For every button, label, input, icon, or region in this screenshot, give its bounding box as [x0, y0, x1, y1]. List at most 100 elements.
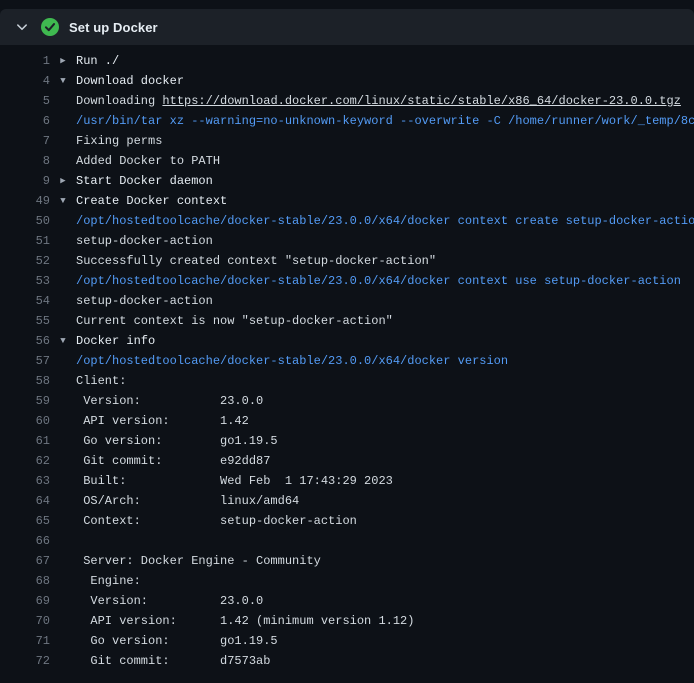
gutter-spacer [50, 231, 76, 251]
line-number[interactable]: 56 [0, 331, 50, 351]
gutter-spacer [50, 311, 76, 331]
log-text: API version: 1.42 [76, 411, 249, 431]
log-line: 61 Go version: go1.19.5 [0, 431, 694, 451]
line-number[interactable]: 65 [0, 511, 50, 531]
line-number[interactable]: 57 [0, 351, 50, 371]
log-text: Git commit: e92dd87 [76, 451, 270, 471]
line-number[interactable]: 6 [0, 111, 50, 131]
expand-group-icon[interactable]: ▶ [50, 171, 76, 191]
log-line: 53/opt/hostedtoolcache/docker-stable/23.… [0, 271, 694, 291]
collapse-group-icon[interactable]: ▼ [50, 71, 76, 91]
log-text: Download docker [76, 71, 184, 91]
line-number[interactable]: 72 [0, 651, 50, 671]
log-line[interactable]: 9▶Start Docker daemon [0, 171, 694, 191]
gutter-spacer [50, 251, 76, 271]
expand-group-icon[interactable]: ▶ [50, 51, 76, 71]
line-number[interactable]: 60 [0, 411, 50, 431]
line-number[interactable]: 8 [0, 151, 50, 171]
log-line: 52Successfully created context "setup-do… [0, 251, 694, 271]
line-number[interactable]: 1 [0, 51, 50, 71]
log-line: 6/usr/bin/tar xz --warning=no-unknown-ke… [0, 111, 694, 131]
log-command-text: /opt/hostedtoolcache/docker-stable/23.0.… [76, 351, 508, 371]
log-line: 66 [0, 531, 694, 551]
log-command-text: /usr/bin/tar xz --warning=no-unknown-key… [76, 111, 694, 131]
log-line: 65 Context: setup-docker-action [0, 511, 694, 531]
log-line: 67 Server: Docker Engine - Community [0, 551, 694, 571]
line-number[interactable]: 52 [0, 251, 50, 271]
log-line: 72 Git commit: d7573ab [0, 651, 694, 671]
line-number[interactable]: 68 [0, 571, 50, 591]
log-line: 7Fixing perms [0, 131, 694, 151]
log-line: 5Downloading https://download.docker.com… [0, 91, 694, 111]
download-url-link[interactable]: https://download.docker.com/linux/static… [162, 94, 680, 108]
log-text: Built: Wed Feb 1 17:43:29 2023 [76, 471, 393, 491]
log-line[interactable]: 4▼Download docker [0, 71, 694, 91]
log-line: 60 API version: 1.42 [0, 411, 694, 431]
log-text: Server: Docker Engine - Community [76, 551, 321, 571]
collapse-group-icon[interactable]: ▼ [50, 331, 76, 351]
line-number[interactable]: 50 [0, 211, 50, 231]
log-line: 71 Go version: go1.19.5 [0, 631, 694, 651]
success-circle [41, 18, 59, 36]
gutter-spacer [50, 371, 76, 391]
gutter-spacer [50, 631, 76, 651]
line-number[interactable]: 62 [0, 451, 50, 471]
gutter-spacer [50, 531, 76, 551]
log-line: 57/opt/hostedtoolcache/docker-stable/23.… [0, 351, 694, 371]
line-number[interactable]: 71 [0, 631, 50, 651]
log-line: 63 Built: Wed Feb 1 17:43:29 2023 [0, 471, 694, 491]
log-text: OS/Arch: linux/amd64 [76, 491, 299, 511]
gutter-spacer [50, 151, 76, 171]
line-number[interactable]: 67 [0, 551, 50, 571]
log-text: setup-docker-action [76, 291, 213, 311]
log-text: Create Docker context [76, 191, 227, 211]
line-number[interactable]: 69 [0, 591, 50, 611]
line-number[interactable]: 58 [0, 371, 50, 391]
gutter-spacer [50, 111, 76, 131]
log-line: 68 Engine: [0, 571, 694, 591]
log-line: 8Added Docker to PATH [0, 151, 694, 171]
line-number[interactable]: 61 [0, 431, 50, 451]
line-number[interactable]: 49 [0, 191, 50, 211]
gutter-spacer [50, 491, 76, 511]
line-number[interactable]: 7 [0, 131, 50, 151]
line-number[interactable]: 54 [0, 291, 50, 311]
log-line: 54 setup-docker-action [0, 291, 694, 311]
gutter-spacer [50, 211, 76, 231]
line-number[interactable]: 66 [0, 531, 50, 551]
log-line: 58Client: [0, 371, 694, 391]
chevron-down-icon[interactable] [14, 19, 30, 35]
log-text: Context: setup-docker-action [76, 511, 357, 531]
line-number[interactable]: 59 [0, 391, 50, 411]
line-number[interactable]: 53 [0, 271, 50, 291]
log-text: Go version: go1.19.5 [76, 431, 278, 451]
line-number[interactable]: 63 [0, 471, 50, 491]
line-number[interactable]: 4 [0, 71, 50, 91]
log-line: 59 Version: 23.0.0 [0, 391, 694, 411]
gutter-spacer [50, 391, 76, 411]
log-line[interactable]: 1▶Run ./ [0, 51, 694, 71]
gutter-spacer [50, 291, 76, 311]
log-line: 62 Git commit: e92dd87 [0, 451, 694, 471]
line-number[interactable]: 5 [0, 91, 50, 111]
gutter-spacer [50, 271, 76, 291]
collapse-group-icon[interactable]: ▼ [50, 191, 76, 211]
log-text: API version: 1.42 (minimum version 1.12) [76, 611, 414, 631]
line-number[interactable]: 70 [0, 611, 50, 631]
line-number[interactable]: 55 [0, 311, 50, 331]
log-line: 55Current context is now "setup-docker-a… [0, 311, 694, 331]
log-line[interactable]: 49▼Create Docker context [0, 191, 694, 211]
line-number[interactable]: 9 [0, 171, 50, 191]
log-line: 50/opt/hostedtoolcache/docker-stable/23.… [0, 211, 694, 231]
log-text: Version: 23.0.0 [76, 591, 263, 611]
gutter-spacer [50, 451, 76, 471]
gutter-spacer [50, 571, 76, 591]
log-line[interactable]: 56▼Docker info [0, 331, 694, 351]
step-header[interactable]: Set up Docker [0, 9, 694, 45]
gutter-spacer [50, 591, 76, 611]
gutter-spacer [50, 431, 76, 451]
line-number[interactable]: 51 [0, 231, 50, 251]
line-number[interactable]: 64 [0, 491, 50, 511]
log-text: Version: 23.0.0 [76, 391, 263, 411]
log-line: 70 API version: 1.42 (minimum version 1.… [0, 611, 694, 631]
